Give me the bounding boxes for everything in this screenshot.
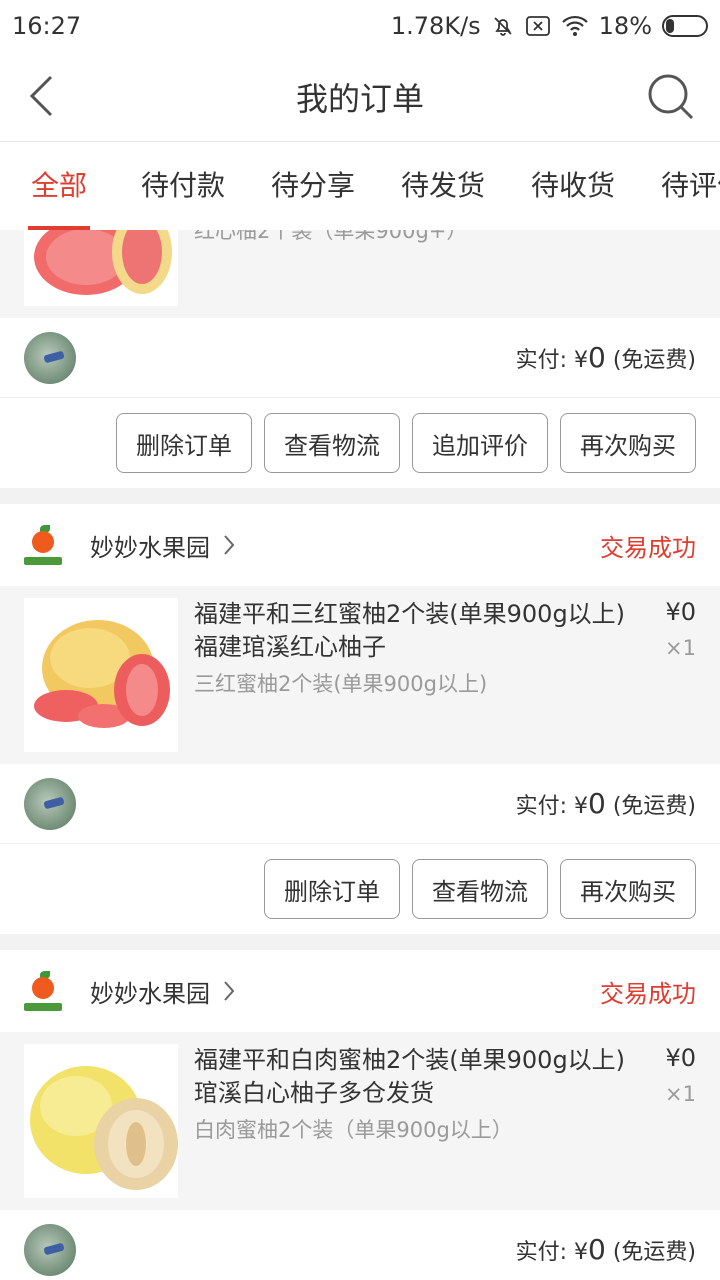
product-image[interactable] [24,598,178,752]
tab-pending-share[interactable]: 待分享 [248,142,378,230]
order-product-row[interactable]: 福建平和三红蜜柚2个装(单果900g以上)福建琯溪红心柚子 三红蜜柚2个装(单果… [0,586,720,764]
buy-again-button[interactable]: 再次购买 [560,413,696,473]
order-product-row[interactable]: 福建平和白肉蜜柚2个装(单果900g以上)琯溪白心柚子多仓发货 白肉蜜柚2个装（… [0,1032,720,1210]
tab-pending-payment[interactable]: 待付款 [118,142,248,230]
tab-pending-receipt[interactable]: 待收货 [508,142,638,230]
mute-bell-icon [491,14,515,38]
tab-pending-shipment[interactable]: 待发货 [378,142,508,230]
store-logo-icon [24,971,62,1011]
paid-label: 实付: ¥ [515,348,588,373]
paid-amount: 0 [588,787,606,820]
order-list[interactable]: . 红心柚2个装（单果900g+） 实付: ¥0 (免运费) 删除订单 查看物流… [0,230,720,1280]
store-logo-icon [24,525,62,565]
product-image[interactable] [24,230,178,306]
avatar[interactable] [24,777,76,830]
product-spec: 红心柚2个装（单果900g+） [194,230,468,243]
status-indicators: 1.78K/s 18% [391,12,708,40]
product-spec: 白肉蜜柚2个装（单果900g以上） [194,1118,513,1142]
page-title: 我的订单 [295,79,424,118]
avatar[interactable] [24,331,76,384]
delete-order-button[interactable]: 删除订单 [116,413,252,473]
order-status: 交易成功 [600,979,696,1008]
product-price: ¥0 [665,598,696,626]
store-header[interactable]: 妙妙水果园 交易成功 [0,504,720,586]
back-arrow-icon[interactable] [20,74,64,118]
store-name[interactable]: 妙妙水果园 [90,974,210,1009]
paid-label: 实付: ¥ [515,794,588,819]
view-logistics-button[interactable]: 查看物流 [412,859,548,919]
tab-pending-review[interactable]: 待评价 [638,142,720,230]
order-actions: 删除订单 查看物流 追加评价 再次购买 [0,398,720,488]
delete-order-button[interactable]: 删除订单 [264,859,400,919]
product-quantity: ×1 [665,1082,696,1106]
order-summary: 实付: ¥0 (免运费) [0,764,720,844]
chevron-right-icon [222,979,236,1003]
product-price: ¥0 [665,1044,696,1072]
battery-percent: 18% [598,12,652,40]
network-speed: 1.78K/s [390,12,481,40]
shipping-note: (免运费) [605,348,696,373]
wifi-icon [561,15,589,37]
product-spec: 三红蜜柚2个装(单果900g以上) [194,672,488,696]
order-summary: 实付: ¥0 (免运费) [0,1210,720,1280]
product-name[interactable]: 福建平和三红蜜柚2个装(单果900g以上)福建琯溪红心柚子 [194,598,632,664]
store-header[interactable]: 妙妙水果园 交易成功 [0,950,720,1032]
divider [0,934,720,950]
product-name[interactable]: 福建平和白肉蜜柚2个装(单果900g以上)琯溪白心柚子多仓发货 [194,1044,632,1110]
shipping-note: (免运费) [605,794,696,819]
buy-again-button[interactable]: 再次购买 [560,859,696,919]
product-image[interactable] [24,1044,178,1198]
order-summary: 实付: ¥0 (免运费) [0,318,720,398]
product-quantity: ×1 [665,636,696,660]
nav-bar: 我的订单 [0,52,720,142]
paid-label: 实付: ¥ [515,1240,588,1265]
tab-all[interactable]: 全部 [0,142,118,230]
paid-total: 实付: ¥0 (免运费) [516,1233,696,1266]
avatar[interactable] [24,1223,76,1276]
search-icon[interactable] [646,72,696,122]
store-name[interactable]: 妙妙水果园 [90,528,210,563]
no-sim-icon [525,15,551,37]
divider [0,488,720,504]
chevron-right-icon [222,533,236,557]
status-time: 16:27 [12,12,82,40]
view-logistics-button[interactable]: 查看物流 [264,413,400,473]
status-bar: 16:27 1.78K/s 18% [0,0,720,52]
shipping-note: (免运费) [605,1240,696,1265]
paid-total: 实付: ¥0 (免运费) [516,787,696,820]
add-review-button[interactable]: 追加评价 [412,413,548,473]
paid-total: 实付: ¥0 (免运费) [516,341,696,374]
order-tabs: 全部 待付款 待分享 待发货 待收货 待评价 [0,142,720,230]
order-product-row[interactable]: . 红心柚2个装（单果900g+） [0,230,720,318]
order-actions: 删除订单 查看物流 再次购买 [0,844,720,934]
battery-icon [662,15,708,37]
order-status: 交易成功 [600,533,696,562]
paid-amount: 0 [588,341,606,374]
paid-amount: 0 [588,1233,606,1266]
